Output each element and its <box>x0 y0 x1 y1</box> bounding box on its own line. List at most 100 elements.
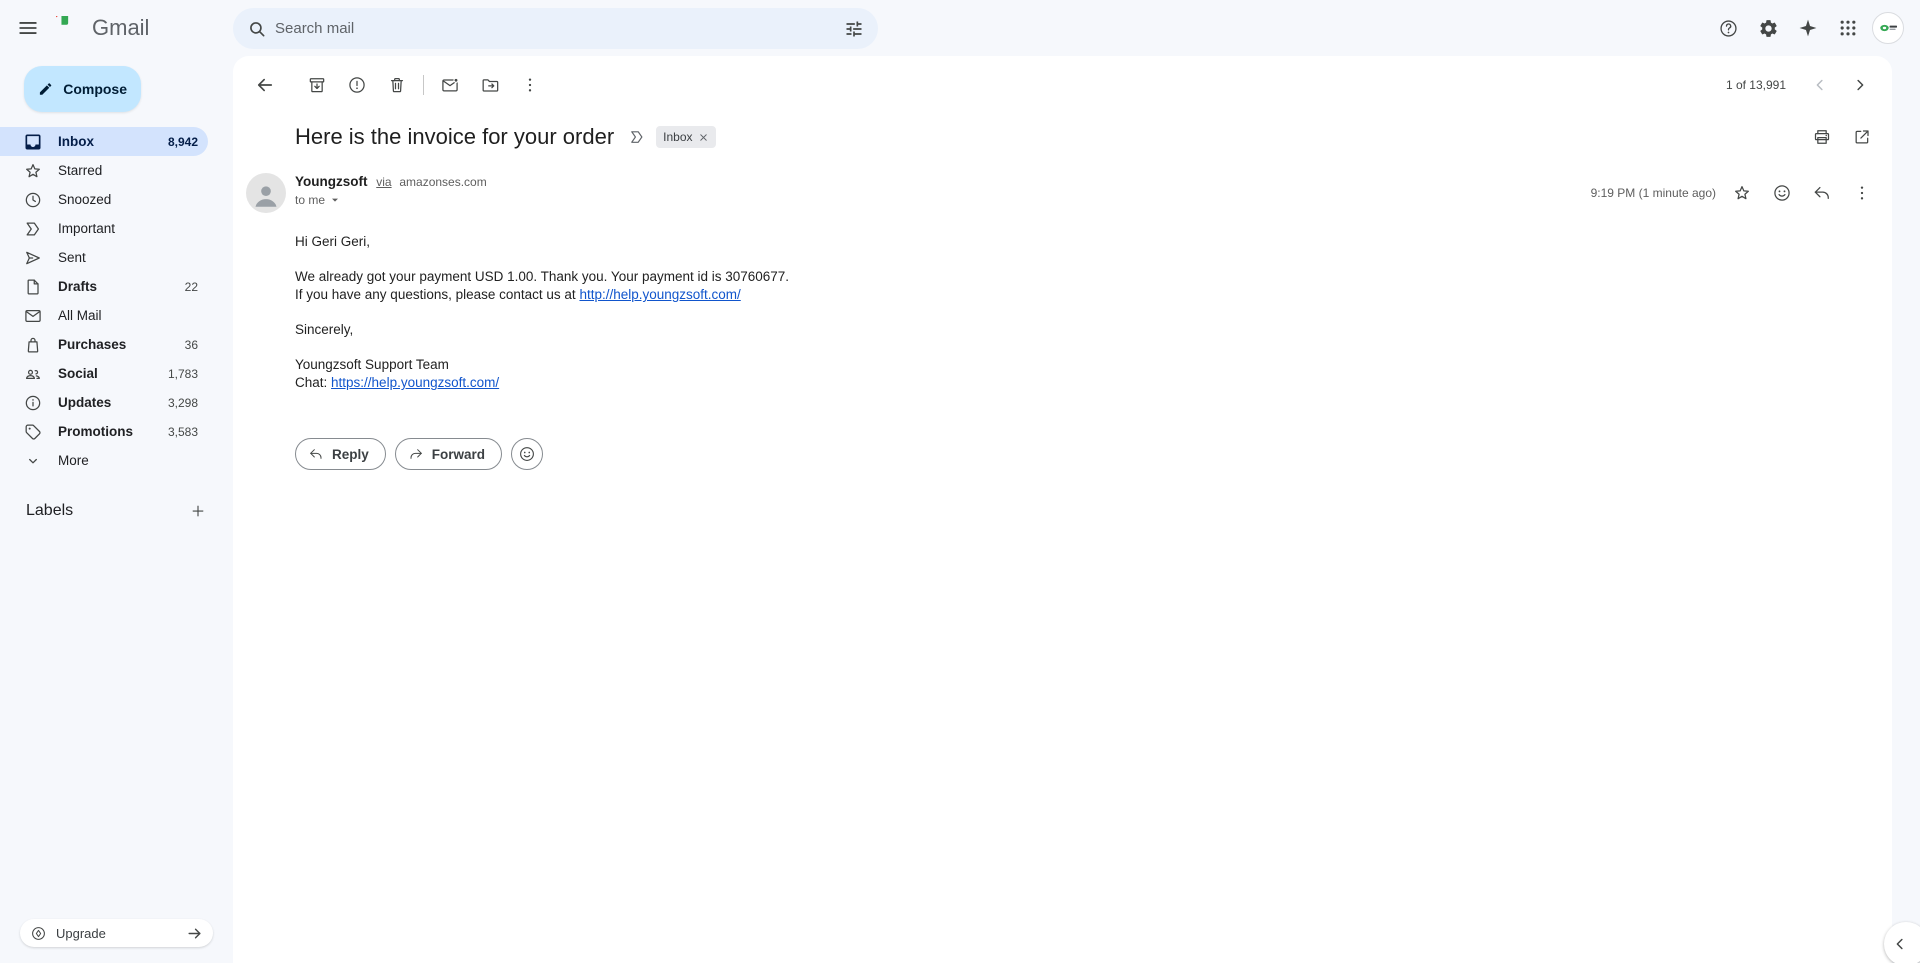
sidebar-item-drafts[interactable]: Drafts 22 <box>0 272 208 301</box>
hamburger-icon <box>17 17 39 39</box>
move-to-folder-icon <box>480 75 500 95</box>
search-input[interactable] <box>275 20 836 37</box>
create-label-button[interactable] <box>184 497 212 525</box>
sidebar-item-starred[interactable]: Starred <box>0 156 208 185</box>
pencil-icon <box>38 79 53 99</box>
sidebar-item-snoozed[interactable]: Snoozed <box>0 185 208 214</box>
emoji-icon <box>1772 183 1792 203</box>
remove-label-icon[interactable] <box>698 132 709 143</box>
support-button[interactable] <box>1708 8 1748 48</box>
message-actions: Reply Forward <box>295 438 1892 470</box>
gemini-button[interactable] <box>1788 8 1828 48</box>
reply-arrow-icon <box>308 446 324 462</box>
nav-item-icon <box>23 161 43 181</box>
toolbar-divider <box>423 75 424 95</box>
main-menu-button[interactable] <box>8 8 48 48</box>
delete-button[interactable] <box>377 65 417 105</box>
chat-link[interactable]: https://help.youngzsoft.com/ <box>331 375 499 390</box>
back-arrow-icon <box>255 75 275 95</box>
sidebar-item-inbox[interactable]: Inbox 8,942 <box>0 127 208 156</box>
nav-item-icon <box>23 422 43 442</box>
chip-label: Inbox <box>663 130 692 144</box>
sidebar-item-all-mail[interactable]: All Mail <box>0 301 208 330</box>
via-domain: amazonses.com <box>399 175 486 189</box>
arrow-right-icon <box>186 925 203 942</box>
sidebar-item-label: Promotions <box>58 424 133 439</box>
gmail-brand[interactable]: Gmail <box>56 15 149 41</box>
star-button[interactable] <box>1722 173 1762 213</box>
nav-item-icon <box>23 190 43 210</box>
open-in-new-window-button[interactable] <box>1842 117 1882 157</box>
more-options-button[interactable] <box>510 65 550 105</box>
message-more-button[interactable] <box>1842 173 1882 213</box>
email-body: Hi Geri Geri, We already got your paymen… <box>295 233 1882 392</box>
emoji-icon <box>518 445 536 463</box>
sidebar-item-sent[interactable]: Sent <box>0 243 208 272</box>
subject-row: Here is the invoice for your order Inbox <box>233 109 1892 163</box>
add-reaction-button[interactable] <box>511 438 543 470</box>
search-options-button[interactable] <box>836 11 872 47</box>
sidebar-item-label: Snoozed <box>58 192 111 207</box>
email-timestamp: 9:19 PM (1 minute ago) <box>1591 186 1716 200</box>
message-meta: 9:19 PM (1 minute ago) <box>1591 173 1882 213</box>
sidebar-item-label: Sent <box>58 250 86 265</box>
compose-button[interactable]: Compose <box>24 66 141 112</box>
inbox-label-chip[interactable]: Inbox <box>656 126 715 148</box>
sidebar-item-label: Purchases <box>58 337 126 352</box>
nav-item-icon <box>23 132 43 152</box>
top-bar: Gmail <box>0 0 1920 56</box>
sidebar-item-label: Drafts <box>58 279 97 294</box>
printer-icon <box>1812 127 1832 147</box>
search-button[interactable] <box>239 11 275 47</box>
forward-arrow-icon <box>408 446 424 462</box>
back-to-inbox-button[interactable] <box>245 65 285 105</box>
importance-marker-icon[interactable] <box>628 128 646 146</box>
topbar-actions <box>1708 8 1908 48</box>
upgrade-label: Upgrade <box>56 926 106 941</box>
sender-avatar[interactable] <box>246 173 286 213</box>
account-button[interactable] <box>1868 8 1908 48</box>
sidebar-item-label: Important <box>58 221 115 236</box>
sidebar-item-purchases[interactable]: Purchases 36 <box>0 330 208 359</box>
sidebar-nav-list: Inbox 8,942 Starred Snoozed Important Se… <box>0 127 233 475</box>
forward-button[interactable]: Forward <box>395 438 502 470</box>
reply-button[interactable]: Reply <box>295 438 386 470</box>
forward-label: Forward <box>432 447 485 462</box>
sidebar-item-label: All Mail <box>58 308 102 323</box>
sidebar-item-important[interactable]: Important <box>0 214 208 243</box>
mark-unread-button[interactable] <box>430 65 470 105</box>
chevron-left-icon <box>1811 76 1829 94</box>
side-panel-toggle-button[interactable] <box>1884 922 1920 963</box>
report-spam-button[interactable] <box>337 65 377 105</box>
older-email-button[interactable] <box>1840 65 1880 105</box>
sidebar-item-promotions[interactable]: Promotions 3,583 <box>0 417 208 446</box>
trash-icon <box>387 75 407 95</box>
support-link[interactable]: http://help.youngzsoft.com/ <box>579 287 740 302</box>
recipient-label: to me <box>295 193 325 207</box>
move-to-button[interactable] <box>470 65 510 105</box>
body-greeting: Hi Geri Geri, <box>295 233 1882 251</box>
upgrade-button[interactable]: Upgrade <box>20 919 213 947</box>
sidebar-item-count: 1,783 <box>168 367 198 381</box>
compose-label: Compose <box>63 81 127 97</box>
mail-toolbar: 1 of 13,991 <box>233 61 1892 109</box>
sidebar-item-updates[interactable]: Updates 3,298 <box>0 388 208 417</box>
sidebar-item-count: 8,942 <box>168 135 198 149</box>
nav-item-icon <box>23 451 43 471</box>
show-details-caret-icon[interactable] <box>327 192 343 208</box>
settings-button[interactable] <box>1748 8 1788 48</box>
help-icon <box>1718 18 1739 39</box>
archive-button[interactable] <box>297 65 337 105</box>
newer-email-button[interactable] <box>1800 65 1840 105</box>
account-avatar <box>1872 12 1904 44</box>
reply-icon-button[interactable] <box>1802 173 1842 213</box>
print-button[interactable] <box>1802 117 1842 157</box>
sidebar-item-social[interactable]: Social 1,783 <box>0 359 208 388</box>
google-apps-button[interactable] <box>1828 8 1868 48</box>
search-icon <box>247 19 267 39</box>
sidebar-item-more[interactable]: More <box>0 446 208 475</box>
add-reaction-button[interactable] <box>1762 173 1802 213</box>
search-bar[interactable] <box>233 8 878 49</box>
labels-title: Labels <box>26 502 73 520</box>
email-subject: Here is the invoice for your order <box>295 124 614 150</box>
